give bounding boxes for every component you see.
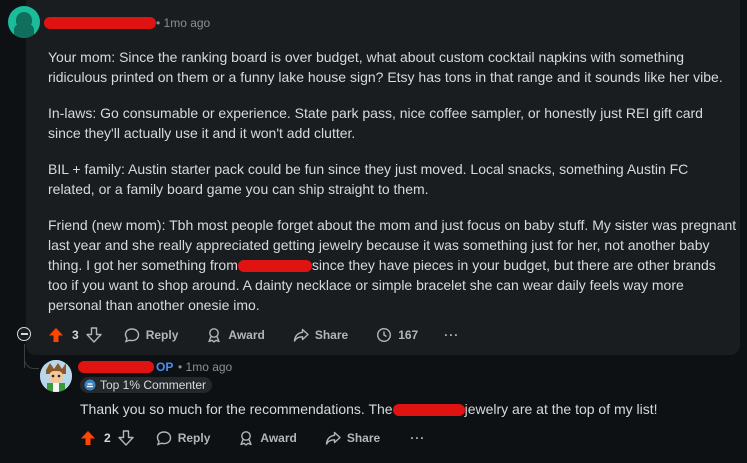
comment-paragraph-1: Your mom: Since the ranking board is ove… xyxy=(48,49,723,85)
reply-label: Reply xyxy=(145,328,179,342)
reply-share-button[interactable]: Share xyxy=(325,430,380,446)
reply-button[interactable]: Reply xyxy=(124,327,179,343)
share-label: Share xyxy=(346,431,381,445)
award-icon xyxy=(206,327,222,343)
reply-score: 2 xyxy=(104,431,111,445)
comment-paragraph-3: BIL + family: Austin starter pack could … xyxy=(48,161,689,197)
views-count: 167 xyxy=(398,328,419,342)
reply-text-after: jewelry are at the top of my list! xyxy=(464,401,658,417)
award-label: Award xyxy=(260,431,297,445)
redacted-username xyxy=(44,17,156,29)
reply-award-button[interactable]: Award xyxy=(238,430,297,446)
top-commenter-badge[interactable]: Top 1% Commenter xyxy=(80,377,213,393)
comment-paragraph-4: Friend (new mom): Tbh most people forget… xyxy=(48,215,738,315)
collapse-thread-icon[interactable] xyxy=(17,327,31,341)
reply-icon xyxy=(124,327,140,343)
reply-time: • 1mo ago xyxy=(178,360,233,374)
award-label: Award xyxy=(228,328,265,342)
reply-icon xyxy=(156,430,172,446)
redacted-brand-reply xyxy=(392,404,465,417)
avatar[interactable] xyxy=(8,6,40,38)
downvote-icon[interactable] xyxy=(85,327,102,343)
reply-text-before: Thank you so much for the recommendation… xyxy=(80,401,393,417)
comment-paragraph-2: In-laws: Go consumable or experience. St… xyxy=(48,105,703,141)
reply-action-bar: 2 Reply Award Share ··· xyxy=(80,426,425,450)
comment-score: 3 xyxy=(72,328,79,342)
reply-text: Thank you so much for the recommendation… xyxy=(80,399,658,419)
redacted-brand xyxy=(237,260,312,273)
more-options-icon[interactable]: ··· xyxy=(444,328,459,342)
upvote-icon[interactable] xyxy=(48,327,64,343)
share-icon xyxy=(293,327,309,343)
share-icon xyxy=(325,430,341,446)
award-icon xyxy=(238,430,254,446)
badge-label: Top 1% Commenter xyxy=(100,378,207,392)
share-label: Share xyxy=(314,328,349,342)
more-options-icon[interactable]: ··· xyxy=(410,431,425,445)
comment-action-bar: 3 Reply Award Share 167 ··· xyxy=(48,323,459,347)
commenter-badge-icon xyxy=(84,379,96,391)
comment-time: • 1mo ago xyxy=(156,16,211,30)
op-badge: OP xyxy=(156,360,174,374)
reply-label: Reply xyxy=(177,431,211,445)
downvote-icon[interactable] xyxy=(117,430,134,446)
upvote-icon[interactable] xyxy=(80,430,96,446)
views-icon xyxy=(376,327,392,343)
thread-connector xyxy=(24,352,39,369)
award-button[interactable]: Award xyxy=(206,327,265,343)
reply-reply-button[interactable]: Reply xyxy=(156,430,211,446)
share-button[interactable]: Share xyxy=(293,327,348,343)
reply-avatar[interactable] xyxy=(40,360,72,392)
redacted-reply-username xyxy=(78,361,154,373)
views-counter[interactable]: 167 xyxy=(376,327,418,343)
